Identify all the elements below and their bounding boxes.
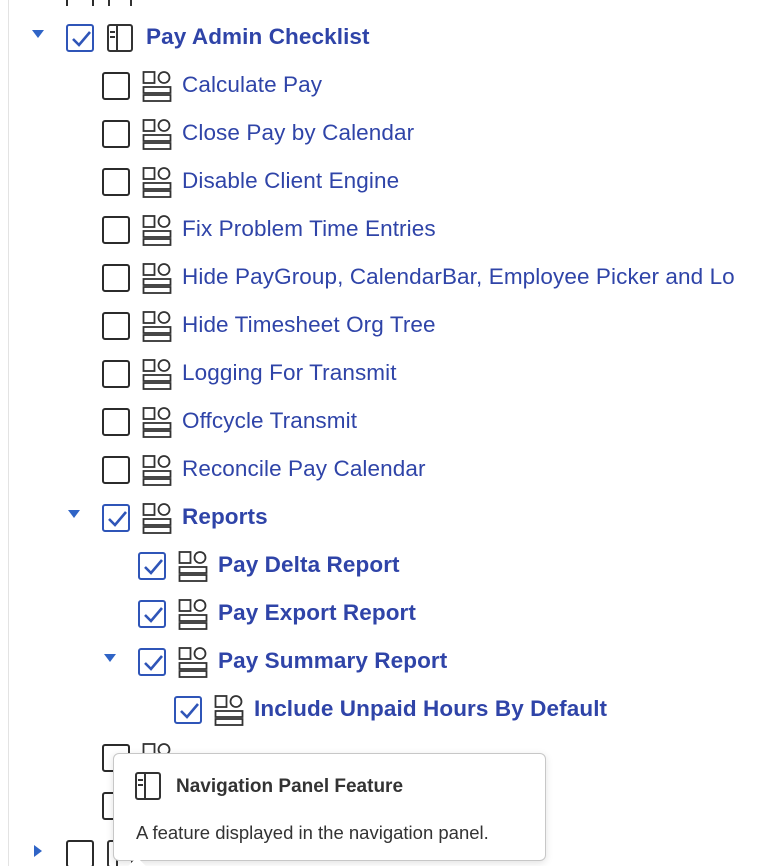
navigation-panel-icon [134,770,164,807]
checkbox-tree-item[interactable] [102,72,130,100]
feature-icon [142,166,172,198]
checkbox-tree-item[interactable] [102,264,130,292]
tree-label-pay-delta-report[interactable]: Pay Delta Report [218,552,400,578]
checkbox-tree-item[interactable] [102,456,130,484]
feature-icon [142,118,172,150]
checkbox-tree-item[interactable] [102,360,130,388]
tree-label-include-unpaid-hours[interactable]: Include Unpaid Hours By Default [254,696,607,722]
feature-icon [142,358,172,390]
tree-item-label[interactable]: Disable Client Engine [182,168,399,194]
tree-label-reports[interactable]: Reports [182,504,268,530]
tree-label-pay-export-report[interactable]: Pay Export Report [218,600,416,626]
feature-icon [214,694,244,726]
feature-icon [142,406,172,438]
expand-caret-pay-summary-report[interactable] [104,654,116,662]
tree-item-label[interactable]: Hide Timesheet Org Tree [182,312,436,338]
feature-icon [142,70,172,102]
checkbox-tree-item[interactable] [102,312,130,340]
checkbox-tree-item[interactable] [102,216,130,244]
tooltip-description: A feature displayed in the navigation pa… [136,822,489,843]
tree-item-label[interactable]: Reconcile Pay Calendar [182,456,426,482]
feature-icon [178,598,208,630]
checkbox-pay-export-report[interactable] [138,600,166,628]
tree-item-label[interactable]: Calculate Pay [182,72,322,98]
feature-icon [142,454,172,486]
tree-item-label[interactable]: Close Pay by Calendar [182,120,414,146]
feature-icon [142,310,172,342]
tree-guide-line [8,0,9,866]
feature-icon [142,502,172,534]
feature-icon [142,262,172,294]
expand-caret-pay-admin-checklist[interactable] [32,30,44,38]
tooltip: Navigation Panel Feature A feature displ… [113,753,546,866]
feature-icon [178,550,208,582]
feature-icon [178,646,208,678]
checkbox-pay-summary-report[interactable] [138,648,166,676]
tree-row-clipped-top-icon [108,0,134,6]
checkbox-pay-delta-report[interactable] [138,552,166,580]
expand-caret-reports[interactable] [68,510,80,518]
tree-label-pay-summary-report[interactable]: Pay Summary Report [218,648,447,674]
tree-item-label[interactable]: Offcycle Transmit [182,408,357,434]
checkbox-pay-admin-checklist[interactable] [66,24,94,52]
checkbox-include-unpaid-hours[interactable] [174,696,202,724]
checkbox-collapsed-root[interactable] [66,840,94,866]
tree-item-label[interactable]: Fix Problem Time Entries [182,216,436,242]
tree-item-label[interactable]: Hide PayGroup, CalendarBar, Employee Pic… [182,264,735,290]
expand-caret-collapsed-root[interactable] [34,845,42,857]
tree-item-label[interactable]: Logging For Transmit [182,360,397,386]
checkbox-tree-item[interactable] [102,168,130,196]
feature-icon [142,214,172,246]
checkbox-tree-item[interactable] [102,120,130,148]
tree-label-pay-admin-checklist[interactable]: Pay Admin Checklist [146,24,370,50]
checkbox-tree-item[interactable] [102,408,130,436]
tooltip-title: Navigation Panel Feature [176,776,404,797]
tree-row-clipped-top [66,0,96,6]
checkbox-reports[interactable] [102,504,130,532]
navigation-panel-icon [106,22,136,54]
